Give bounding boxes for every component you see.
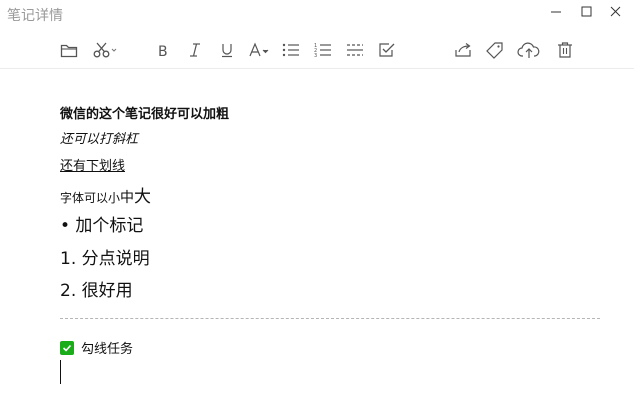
numbered-list-item-2: 2. 很好用 <box>60 281 133 301</box>
share-button[interactable] <box>452 39 474 61</box>
todo-label: 勾线任务 <box>81 342 134 357</box>
maximize-button[interactable] <box>572 2 600 22</box>
bullet-list-button[interactable] <box>280 39 302 61</box>
font-size-button[interactable] <box>248 39 272 61</box>
bullet-list-item: • 加个标记 <box>60 216 144 236</box>
trash-icon <box>558 42 572 58</box>
font-size-text-line: 字体可以小中大 <box>60 182 151 207</box>
tag-button[interactable] <box>484 39 506 61</box>
svg-text:3: 3 <box>314 53 317 58</box>
toolbar: B 1 2 3 <box>0 32 634 69</box>
numbered-list-button[interactable]: 1 2 3 <box>312 39 334 61</box>
folder-icon <box>60 44 78 58</box>
bold-button[interactable]: B <box>152 39 174 61</box>
maximize-icon <box>581 6 592 17</box>
cut-icon <box>93 42 117 58</box>
font-size-icon <box>249 42 269 57</box>
minimize-icon <box>551 11 561 13</box>
italic-text-line: 还可以打斜杠 <box>60 132 139 147</box>
todo-item: 勾线任务 <box>60 338 133 357</box>
numbered-list-icon: 1 2 3 <box>314 43 331 58</box>
underline-icon <box>222 44 232 58</box>
cloud-upload-button[interactable] <box>517 39 541 61</box>
folder-button[interactable] <box>58 39 80 61</box>
checkmark-icon <box>62 344 72 352</box>
text-cursor <box>60 360 61 384</box>
close-icon <box>610 6 621 17</box>
bullet-list-icon <box>282 43 299 57</box>
bold-icon: B <box>158 44 168 58</box>
underline-text-line: 还有下划线 <box>60 159 126 174</box>
title-bar: 笔记详情 <box>0 0 634 28</box>
bold-text-line: 微信的这个笔记很好可以加粗 <box>60 107 230 122</box>
cloud-upload-icon <box>517 42 540 58</box>
window-title: 笔记详情 <box>7 8 63 24</box>
large-text: 大 <box>134 187 152 207</box>
checkbox-icon <box>379 43 395 57</box>
italic-button[interactable] <box>184 39 206 61</box>
horizontal-divider <box>60 318 600 319</box>
checkbox-button[interactable] <box>376 39 398 61</box>
divider-icon <box>347 44 363 56</box>
small-text: 字体可以小 <box>60 191 121 205</box>
medium-text: 中 <box>120 190 135 206</box>
divider-button[interactable] <box>344 39 366 61</box>
numbered-list-item-1: 1. 分点说明 <box>60 249 150 269</box>
share-icon <box>455 43 471 57</box>
italic-icon <box>190 43 200 57</box>
minimize-button[interactable] <box>542 2 570 22</box>
tag-icon <box>486 42 503 59</box>
todo-checkbox[interactable] <box>60 340 74 355</box>
svg-text:B: B <box>158 44 168 58</box>
trash-button[interactable] <box>554 39 576 61</box>
close-button[interactable] <box>602 2 630 22</box>
underline-button[interactable] <box>216 39 238 61</box>
cut-button[interactable] <box>92 39 118 61</box>
